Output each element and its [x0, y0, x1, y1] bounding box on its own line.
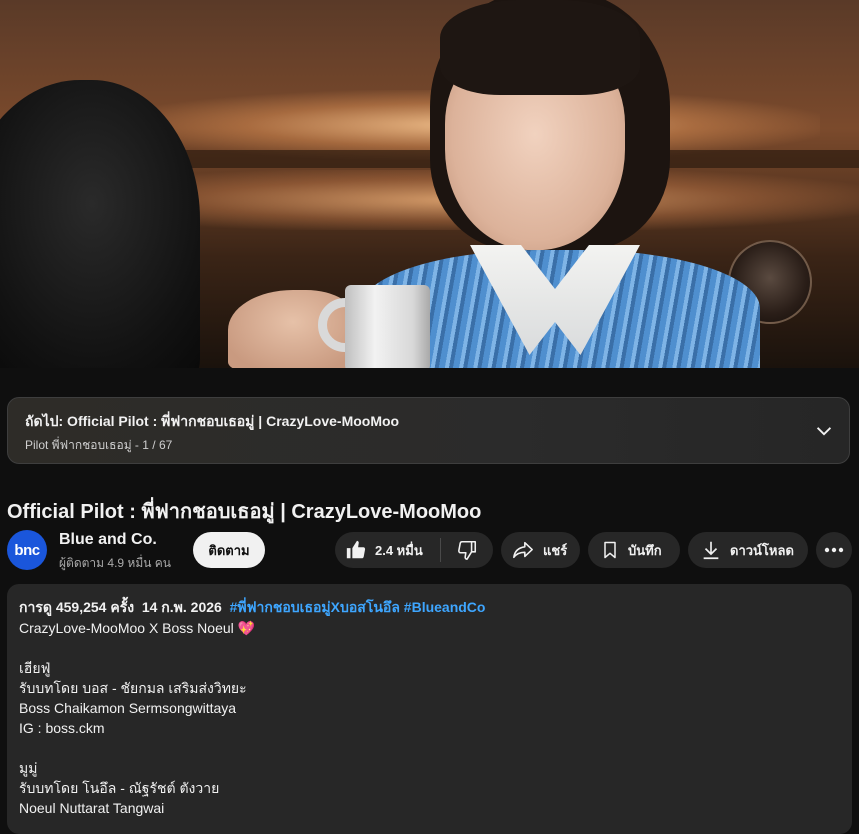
coffee-cup	[345, 285, 430, 368]
subscribe-button[interactable]: ติดตาม	[193, 532, 265, 568]
channel-avatar[interactable]: bnc	[7, 530, 47, 570]
description-line: IG : boss.ckm	[19, 720, 105, 736]
description-line: เฮียฟู่	[19, 660, 51, 676]
like-count: 2.4 หมื่น	[375, 542, 423, 558]
more-horizontal-icon	[824, 547, 844, 553]
description-line: รับบทโดย บอส - ชัยกมล เสริมส่งวิทยะ	[19, 680, 247, 696]
video-player[interactable]	[0, 0, 859, 368]
playlist-next-bar[interactable]: ถัดไป: Official Pilot : พี่ฟากชอบเธอมู่ …	[7, 397, 850, 464]
dislike-button[interactable]	[441, 532, 493, 568]
more-actions-button[interactable]	[816, 532, 852, 568]
heart-emoji: 💖	[237, 620, 256, 636]
description-line: มูมู่	[19, 760, 38, 776]
upload-date: 14 ก.พ. 2026	[141, 599, 222, 615]
download-button[interactable]: ดาวน์โหลด	[688, 532, 808, 568]
foreground-person	[0, 80, 200, 368]
video-description[interactable]: การดู 459,254 ครั้ง 14 ก.พ. 2026 #พี่ฟาก…	[7, 584, 852, 834]
video-title: Official Pilot : พี่ฟากชอบเธอมู่ | Crazy…	[7, 501, 482, 523]
description-line: CrazyLove-MooMoo X Boss Noeul 💖	[19, 618, 255, 638]
share-button[interactable]: แชร์	[501, 532, 580, 568]
avatar-text: bnc	[14, 541, 40, 559]
description-line	[19, 738, 255, 758]
actor-bangs	[440, 0, 640, 95]
hashtag-link[interactable]: #พี่ฟากชอบเธอมู่Xบอสโนอึล	[230, 599, 400, 615]
description-meta: การดู 459,254 ครั้ง 14 ก.พ. 2026 #พี่ฟาก…	[19, 597, 485, 619]
playlist-position: Pilot พี่ฟากชอบเธอมู่ - 1 / 67	[25, 438, 173, 452]
thumbs-down-icon	[458, 540, 477, 560]
subscriber-count: ผู้ติดตาม 4.9 หมื่น คน	[59, 556, 171, 570]
chevron-down-icon[interactable]	[813, 420, 835, 442]
description-line: Noeul Nuttarat Tangwai	[19, 800, 165, 816]
save-label: บันทึก	[628, 542, 662, 558]
description-text: CrazyLove-MooMoo X Boss Noeul	[19, 620, 234, 636]
share-icon	[513, 541, 533, 559]
save-button[interactable]: บันทึก	[588, 532, 680, 568]
view-count: การดู 459,254 ครั้ง	[19, 599, 135, 615]
description-body: CrazyLove-MooMoo X Boss Noeul 💖 เฮียฟู่ …	[19, 618, 255, 818]
download-label: ดาวน์โหลด	[730, 542, 794, 558]
description-line: Boss Chaikamon Sermsongwittaya	[19, 700, 237, 716]
like-button[interactable]: 2.4 หมื่น	[335, 532, 440, 568]
description-line: รับบทโดย โนอึล - ณัฐรัชต์ ตังวาย	[19, 780, 220, 796]
next-video-title: ถัดไป: Official Pilot : พี่ฟากชอบเธอมู่ …	[25, 413, 400, 429]
download-icon	[703, 541, 719, 560]
description-line	[19, 638, 255, 658]
channel-name[interactable]: Blue and Co.	[59, 531, 157, 549]
bookmark-icon	[604, 541, 616, 559]
share-label: แชร์	[543, 542, 568, 558]
thumbs-up-icon	[346, 540, 366, 559]
like-dislike-group: 2.4 หมื่น	[335, 532, 493, 568]
hashtag-link[interactable]: #BlueandCo	[404, 599, 486, 615]
